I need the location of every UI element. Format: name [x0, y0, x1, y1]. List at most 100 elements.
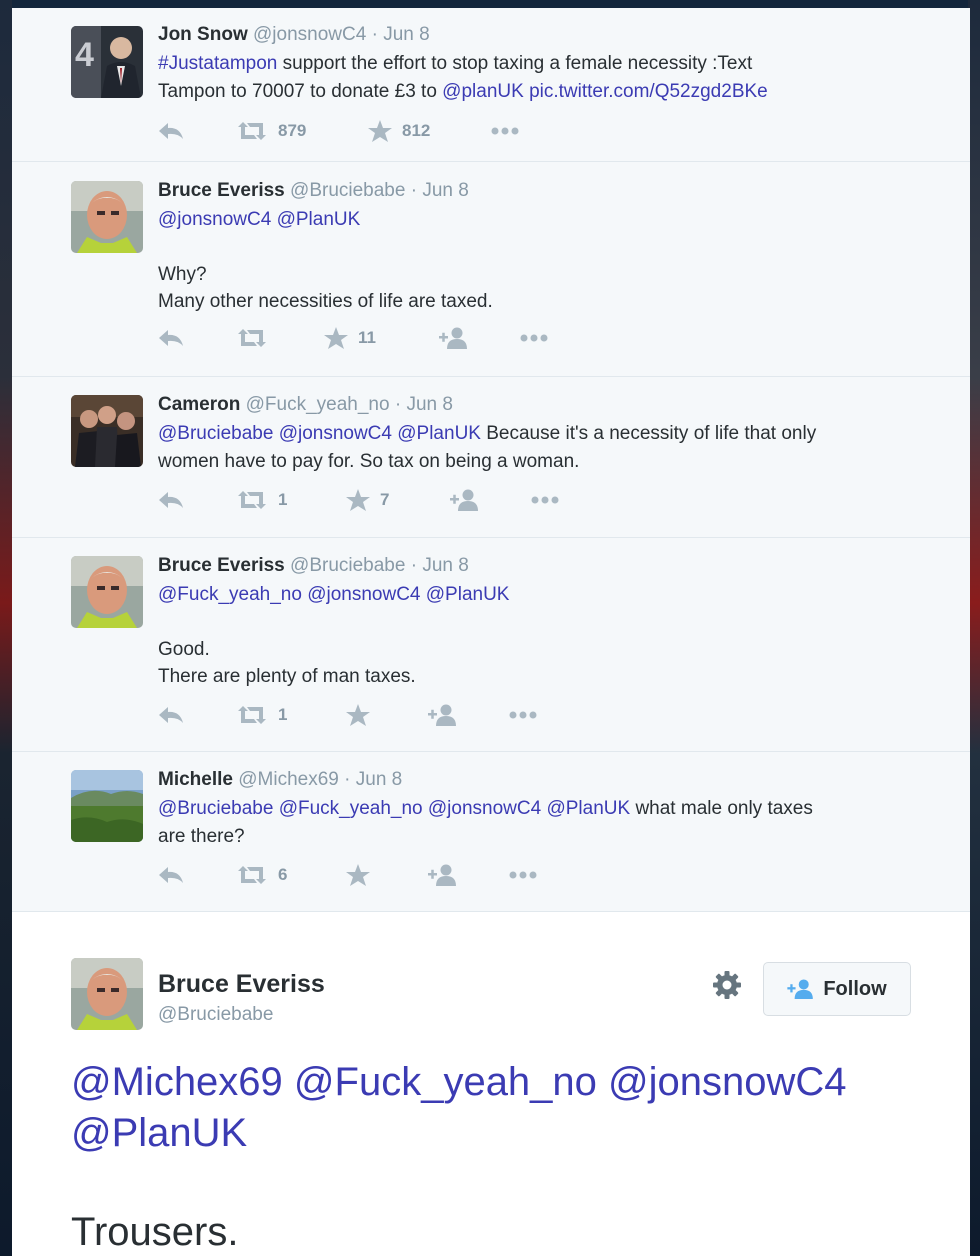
retweet-icon — [238, 866, 266, 884]
favorite-button[interactable]: 7 — [346, 489, 450, 511]
author-handle[interactable]: @Bruciebabe — [290, 180, 405, 201]
author-handle[interactable]: @Bruciebabe — [158, 1004, 273, 1026]
favorite-button[interactable] — [346, 704, 428, 726]
tweet-actions: 1 7 — [158, 489, 560, 511]
star-icon — [324, 327, 348, 349]
retweet-button[interactable]: 1 — [236, 705, 346, 725]
tweet-date[interactable]: · Jun 8 — [372, 24, 430, 45]
tweet[interactable]: Bruce Everiss @Bruciebabe · Jun 8 @Fuck_… — [12, 538, 970, 752]
avatar[interactable] — [71, 181, 143, 253]
favorite-button[interactable]: 812 — [368, 120, 490, 142]
author-name[interactable]: Bruce Everiss — [158, 555, 285, 576]
add-user-icon — [787, 979, 814, 999]
reply-button[interactable] — [158, 122, 236, 140]
reply-icon — [159, 707, 183, 723]
follow-action-button[interactable] — [428, 864, 508, 886]
avatar[interactable] — [71, 958, 143, 1030]
tweet-date[interactable]: · Jun 8 — [344, 769, 402, 790]
tweet-text-segment: Tampon to 70007 to donate £3 to — [158, 80, 443, 102]
author-name[interactable]: Cameron — [158, 394, 240, 415]
avatar[interactable] — [71, 556, 143, 628]
gear-icon — [713, 971, 741, 999]
author-name[interactable]: Bruce Everiss — [158, 970, 325, 999]
tweet-date[interactable]: · Jun 8 — [411, 555, 469, 576]
tweet-text: @Bruciebabe @jonsnowC4 @PlanUK Because i… — [158, 420, 930, 475]
author-name[interactable]: Bruce Everiss — [158, 180, 285, 201]
more-button[interactable] — [530, 495, 560, 505]
reply-button[interactable] — [158, 706, 236, 724]
tweet-text-line: Tampon to 70007 to donate £3 to @planUK … — [158, 78, 930, 106]
retweet-button[interactable]: 879 — [236, 121, 368, 141]
retweet-count: 879 — [278, 121, 307, 140]
more-button[interactable] — [508, 870, 538, 880]
more-button[interactable] — [508, 710, 538, 720]
follow-label: Follow — [823, 977, 887, 1000]
tweet-header: Bruce Everiss @Bruciebabe · Jun 8 — [158, 179, 930, 203]
tweet-header: Michelle @Michex69 · Jun 8 — [158, 768, 930, 792]
reply-button[interactable] — [158, 329, 236, 347]
mention-links[interactable]: @jonsnowC4 @PlanUK — [158, 206, 930, 234]
mention-links[interactable]: @Bruciebabe @Fuck_yeah_no @jonsnowC4 @Pl… — [158, 798, 630, 819]
follow-action-button[interactable] — [428, 704, 508, 726]
retweet-count: 1 — [278, 490, 288, 509]
tweet-body: Trousers. — [71, 1210, 239, 1254]
tweet-text-segment: what male only taxes — [630, 798, 813, 819]
star-icon — [368, 120, 392, 142]
reply-button[interactable] — [158, 491, 236, 509]
author-name[interactable]: Jon Snow — [158, 24, 248, 45]
follow-button[interactable]: Follow — [763, 962, 911, 1016]
mention-links[interactable]: @Bruciebabe @jonsnowC4 @PlanUK — [158, 423, 481, 444]
author-handle[interactable]: @Michex69 — [238, 769, 339, 790]
tweet-date[interactable]: · Jun 8 — [395, 394, 453, 415]
reply-icon — [159, 867, 183, 883]
tweet-text-line: Good. — [158, 638, 210, 660]
retweet-button[interactable] — [236, 328, 324, 348]
reply-icon — [159, 492, 183, 508]
hashtag-link[interactable]: #Justatampon — [158, 53, 277, 74]
media-link[interactable]: pic.twitter.com/Q52zgd2BKe — [529, 81, 768, 102]
mention-links[interactable]: @Michex69 @Fuck_yeah_no @jonsnowC4 — [71, 1057, 931, 1108]
reply-button[interactable] — [158, 866, 236, 884]
user-actions-button[interactable] — [712, 970, 742, 1005]
follow-action-button[interactable] — [450, 489, 530, 511]
tweet-header: Bruce Everiss @Bruciebabe · Jun 8 — [158, 554, 930, 578]
tweet-text: #Justatampon support the effort to stop … — [158, 50, 930, 105]
avatar[interactable] — [71, 395, 143, 467]
tweet-date[interactable]: · Jun 8 — [411, 180, 469, 201]
add-user-icon — [439, 327, 467, 349]
more-button[interactable] — [519, 333, 549, 343]
retweet-icon — [238, 122, 266, 140]
more-button[interactable] — [490, 126, 520, 136]
author-handle[interactable]: @jonsnowC4 — [253, 24, 366, 45]
author-handle[interactable]: @Fuck_yeah_no — [246, 394, 390, 415]
tweet-text-line: #Justatampon support the effort to stop … — [158, 50, 930, 78]
retweet-count: 1 — [278, 705, 288, 724]
retweet-button[interactable]: 6 — [236, 865, 346, 885]
tweet[interactable]: Cameron @Fuck_yeah_no · Jun 8 @Bruciebab… — [12, 377, 970, 538]
tweet-text-line: women have to pay for. So tax on being a… — [158, 450, 580, 472]
tweet[interactable]: 4 Jon Snow @jonsnowC4 · Jun 8 #Justatamp… — [12, 8, 970, 162]
focused-tweet: Bruce Everiss @Bruciebabe Follow @Michex… — [12, 912, 970, 1256]
add-user-icon — [428, 704, 456, 726]
tweet-actions: 1 — [158, 704, 538, 726]
avatar[interactable]: 4 — [71, 26, 143, 98]
star-icon — [346, 489, 370, 511]
star-icon — [346, 704, 370, 726]
conversation-timeline: 4 Jon Snow @jonsnowC4 · Jun 8 #Justatamp… — [12, 8, 970, 1256]
tweet[interactable]: Bruce Everiss @Bruciebabe · Jun 8 @jonsn… — [12, 162, 970, 377]
avatar[interactable] — [71, 770, 143, 842]
reply-icon — [159, 330, 183, 346]
favorite-button[interactable]: 11 — [324, 327, 439, 349]
favorite-button[interactable] — [346, 864, 428, 886]
mention-links[interactable]: @Fuck_yeah_no @jonsnowC4 @PlanUK — [158, 581, 930, 609]
mention-links[interactable]: @PlanUK — [71, 1108, 931, 1159]
retweet-button[interactable]: 1 — [236, 490, 346, 510]
mention-link[interactable]: @planUK — [442, 81, 524, 102]
tweet-actions: 11 — [158, 327, 549, 349]
tweet-text: @Michex69 @Fuck_yeah_no @jonsnowC4 @Plan… — [71, 1057, 931, 1159]
author-name[interactable]: Michelle — [158, 769, 233, 790]
tweet[interactable]: Michelle @Michex69 · Jun 8 @Bruciebabe @… — [12, 752, 970, 912]
author-handle[interactable]: @Bruciebabe — [290, 555, 405, 576]
follow-action-button[interactable] — [439, 327, 519, 349]
add-user-icon — [450, 489, 478, 511]
